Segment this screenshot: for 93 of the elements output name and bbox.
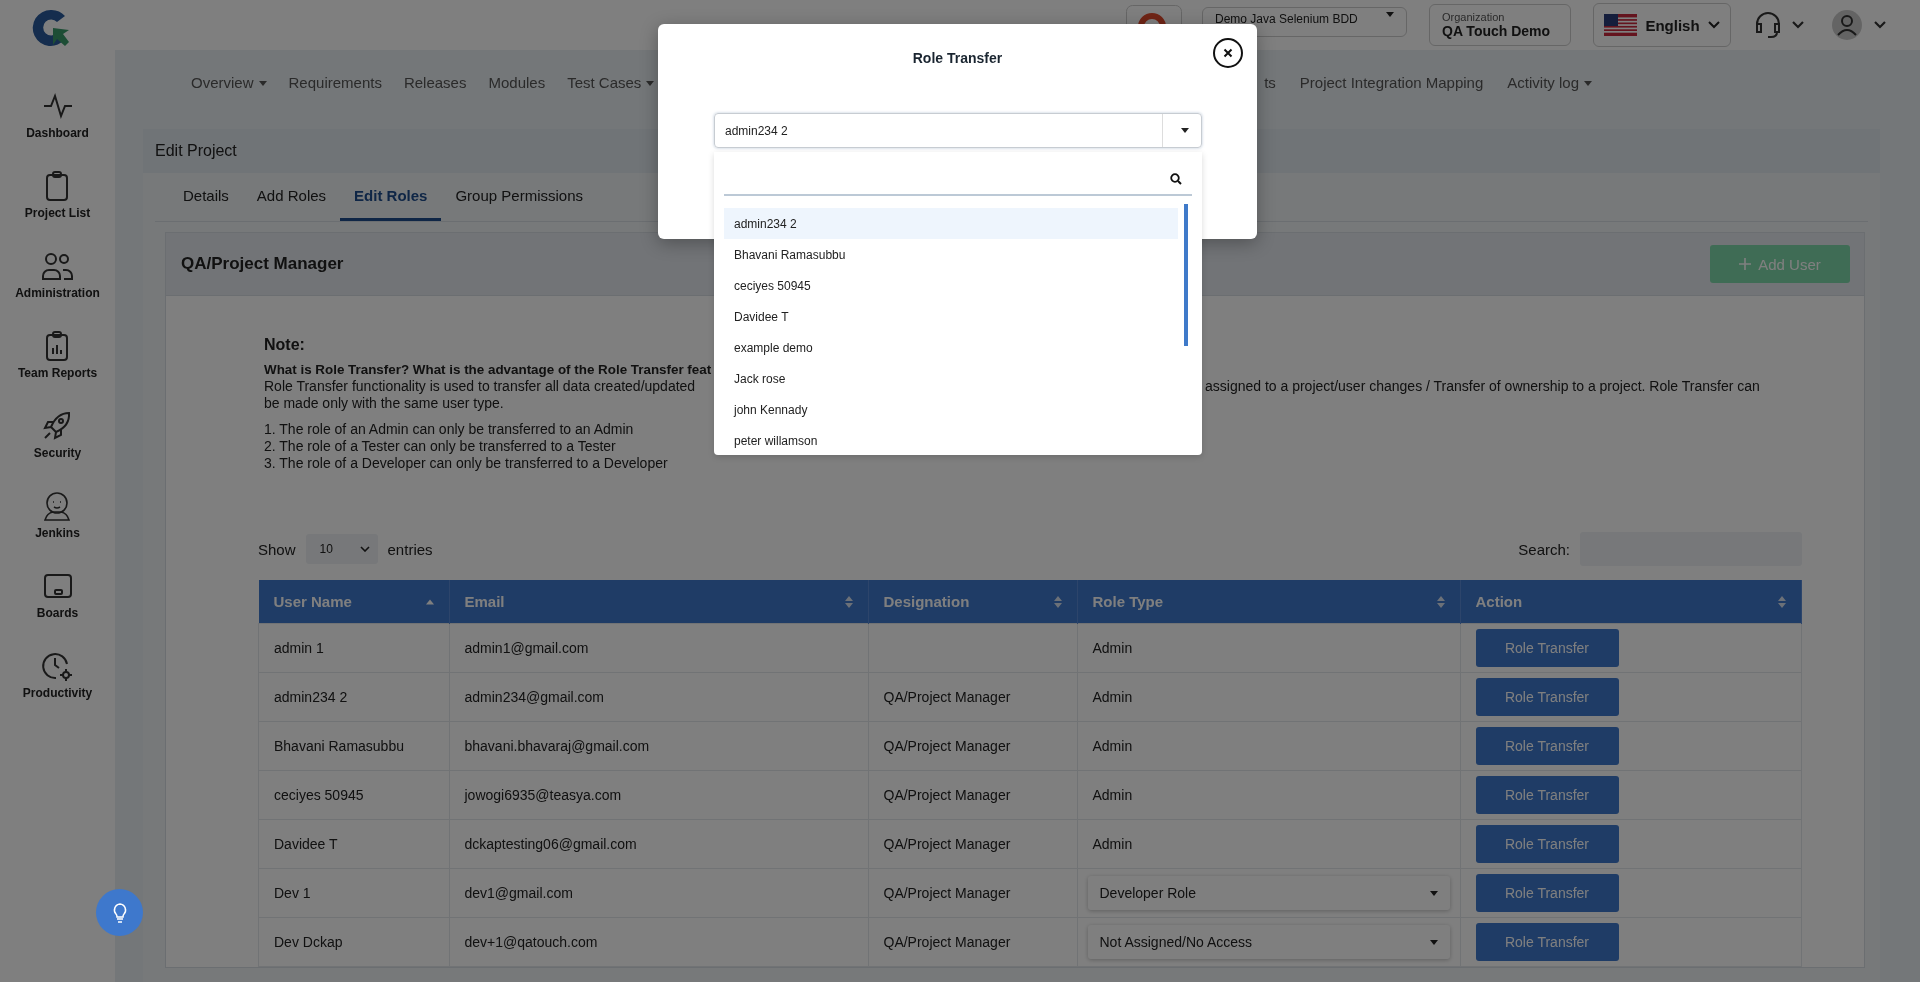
dialog-title: Role Transfer [912,50,1003,66]
note-heading: Note: [264,336,305,353]
tab[interactable]: Details [169,173,243,221]
language-button[interactable]: English [1593,3,1731,47]
column-header[interactable]: Email [449,580,868,624]
rule-text: 1. The role of an Admin can only be transferred to an Admin [264,421,634,438]
table-cell: Davidee T [258,819,449,869]
sidebar-label[interactable]: Security [33,446,82,460]
column-header[interactable]: Role Type [1077,580,1460,624]
flag-icon [1604,14,1638,36]
role-transfer-button[interactable]: Role Transfer [1475,825,1619,863]
sidebar-label[interactable]: Jenkins [35,526,80,540]
role-transfer-button[interactable]: Role Transfer [1475,727,1619,765]
nav-link[interactable]: Overview [191,73,267,91]
plus-icon [1739,258,1752,270]
search-icon [1170,173,1182,185]
sort-ascending-icon[interactable] [424,598,435,605]
sidebar-label[interactable]: Administration [15,286,100,300]
nav-link[interactable]: Modules [488,73,546,91]
table-cell: admin 1 [258,623,449,673]
tab[interactable]: Edit Roles [340,173,442,221]
sidebar-label[interactable]: Team Reports [17,366,98,380]
chevron-down-icon [359,546,370,552]
nav-link[interactable]: Requirements [288,73,382,91]
dropdown-option[interactable]: Bhavani Ramasubbu [724,239,1178,270]
table-cell: admin1@gmail.com [449,623,868,673]
table-cell: QA/Project Manager [868,917,1077,967]
table-cell: QA/Project Manager [868,672,1077,722]
table-cell: QA/Project Manager [868,819,1077,869]
table-cell: ceciyes 50945 [258,770,449,820]
dropdown-option[interactable]: example demo [724,332,1178,363]
role-transfer-button[interactable]: Role Transfer [1475,629,1619,667]
rule-text: 3. The role of a Developer can only be transferred to a Developer [264,455,668,472]
dropdown-option[interactable]: Jack rose [724,363,1178,394]
table-cell: Admin [1077,819,1460,869]
role-transfer-button[interactable]: Role Transfer [1475,678,1619,716]
dropdown-option[interactable]: Davidee T [724,301,1178,332]
table-cell: admin234@gmail.com [449,672,868,722]
rule-text: 2. The role of a Tester can only be transferred to a Tester [264,438,616,455]
tab[interactable]: Group Permissions [441,173,597,221]
clock-gear-icon[interactable] [41,650,74,682]
sidebar-label[interactable]: Boards [36,606,79,620]
table-cell: Dev Dckap [258,917,449,967]
role-transfer-button[interactable]: Role Transfer [1475,776,1619,814]
role-transfer-button[interactable]: Role Transfer [1475,923,1619,961]
dropdown-option[interactable]: ceciyes 50945 [724,270,1178,301]
card-title: QA/Project Manager [181,254,344,274]
dropdown-option[interactable]: peter willamson [724,425,1178,455]
table-cell: QA/Project Manager [868,721,1077,771]
note-question: What is Role Transfer? What is the advantage of the Role Transfer feat [264,361,712,378]
table-cell: dev+1@qatouch.com [449,917,868,967]
note-text: be made only with the same user type. [264,395,504,412]
logo-icon[interactable] [31,8,71,48]
nav-link[interactable]: Releases [403,73,467,91]
table-cell: jowogi6935@teasya.com [449,770,868,820]
close-icon [1223,48,1233,58]
sidebar-label[interactable]: Project List [24,206,91,220]
nav-link[interactable]: Project Integration Mapping [1299,73,1484,91]
note-text: Role Transfer functionality is used to transfer all data created/updated [264,378,696,395]
nav-link[interactable]: ts [1264,73,1276,91]
column-header[interactable]: Designation [868,580,1077,624]
tab[interactable]: Add Roles [242,173,341,221]
table-cell: Dev 1 [258,868,449,918]
table-cell: admin234 2 [258,672,449,722]
table-cell: Admin [1077,770,1460,820]
table-cell: Admin [1077,672,1460,722]
chevron-down-icon [1707,21,1720,29]
column-header[interactable]: Action [1460,580,1802,624]
panel-title: Edit Project [155,142,237,160]
entries-label: entries [387,540,433,558]
role-transfer-button[interactable]: Role Transfer [1475,874,1619,912]
sidebar-label[interactable]: Productivity [22,686,93,700]
show-label: Show [258,540,296,558]
table-cell: QA/Project Manager [868,868,1077,918]
table-cell: QA/Project Manager [868,770,1077,820]
entries-select[interactable]: 10 [305,534,378,564]
table-cell: dev1@gmail.com [449,868,868,918]
organization-box: Organization QA Touch Demo [1429,4,1571,46]
user-select[interactable]: admin234 2 [714,113,1202,148]
table-cell: Admin [1077,721,1460,771]
table-cell: dckaptesting06@gmail.com [449,819,868,869]
sidebar-label[interactable]: Dashboard [26,126,89,140]
search-label: Search: [1518,540,1570,558]
dropdown-option[interactable]: admin234 2 [724,208,1178,239]
dropdown-option[interactable]: john Kennady [724,394,1178,425]
table-cell: bhavani.bhavaraj@gmail.com [449,721,868,771]
close-button[interactable] [1213,38,1243,68]
users-icon[interactable] [41,250,74,282]
table-cell: Bhavani Ramasubbu [258,721,449,771]
nav-link[interactable]: Activity log [1507,73,1592,91]
table-cell: Admin [1077,623,1460,673]
note-text: assigned to a project/user changes / Transfer of ownership to a project. Role Transfer can [1205,378,1760,395]
column-header[interactable]: User Name [258,580,449,624]
